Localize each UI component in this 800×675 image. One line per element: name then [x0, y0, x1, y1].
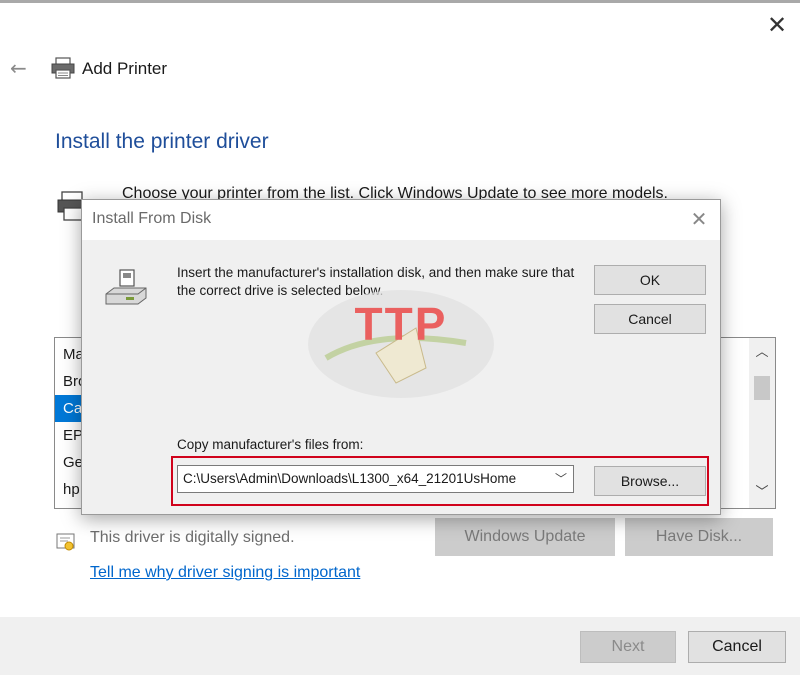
- have-disk-button[interactable]: Have Disk...: [625, 518, 773, 556]
- next-button[interactable]: Next: [580, 631, 676, 663]
- disk-drive-icon: [105, 269, 147, 305]
- page-heading: Install the printer driver: [55, 130, 269, 153]
- wizard-footer: [0, 617, 800, 675]
- browse-button[interactable]: Browse...: [594, 466, 706, 496]
- dialog-titlebar: Install From Disk ✕: [82, 200, 720, 240]
- back-arrow-icon[interactable]: ←: [10, 56, 27, 80]
- svg-text:TTP: TTP: [355, 298, 448, 350]
- cancel-button[interactable]: Cancel: [688, 631, 786, 663]
- list-item[interactable]: EP: [63, 422, 83, 449]
- install-from-disk-dialog: Install From Disk ✕ Insert the manufactu…: [81, 199, 721, 515]
- ttp-watermark-logo: TTP: [308, 290, 494, 398]
- copy-from-label: Copy manufacturer's files from:: [177, 437, 364, 452]
- scrollbar-thumb[interactable]: [754, 376, 770, 400]
- driver-signing-link[interactable]: Tell me why driver signing is important: [90, 564, 360, 582]
- printer-icon: [51, 57, 75, 79]
- list-item[interactable]: Ge: [63, 449, 83, 476]
- certificate-icon: [56, 533, 75, 551]
- wizard-title: Add Printer: [82, 59, 168, 78]
- close-icon[interactable]: ✕: [764, 12, 790, 38]
- dialog-cancel-button[interactable]: Cancel: [594, 304, 706, 334]
- chevron-down-icon[interactable]: ﹀: [749, 480, 775, 506]
- list-item[interactable]: hp: [63, 476, 80, 503]
- path-combobox[interactable]: C:\Users\Admin\Downloads\L1300_x64_21201…: [177, 465, 574, 493]
- ok-button[interactable]: OK: [594, 265, 706, 295]
- windows-update-button[interactable]: Windows Update: [435, 518, 615, 556]
- chevron-down-icon[interactable]: ﹀: [555, 470, 567, 487]
- close-icon[interactable]: ✕: [686, 206, 712, 232]
- dialog-title: Install From Disk: [92, 210, 212, 227]
- path-input[interactable]: C:\Users\Admin\Downloads\L1300_x64_21201…: [183, 471, 545, 486]
- chevron-up-icon[interactable]: ︿: [749, 340, 775, 366]
- signed-status-text: This driver is digitally signed.: [90, 529, 295, 546]
- window-top-border: [0, 0, 800, 3]
- list-scrollbar[interactable]: ︿ ﹀: [749, 338, 775, 508]
